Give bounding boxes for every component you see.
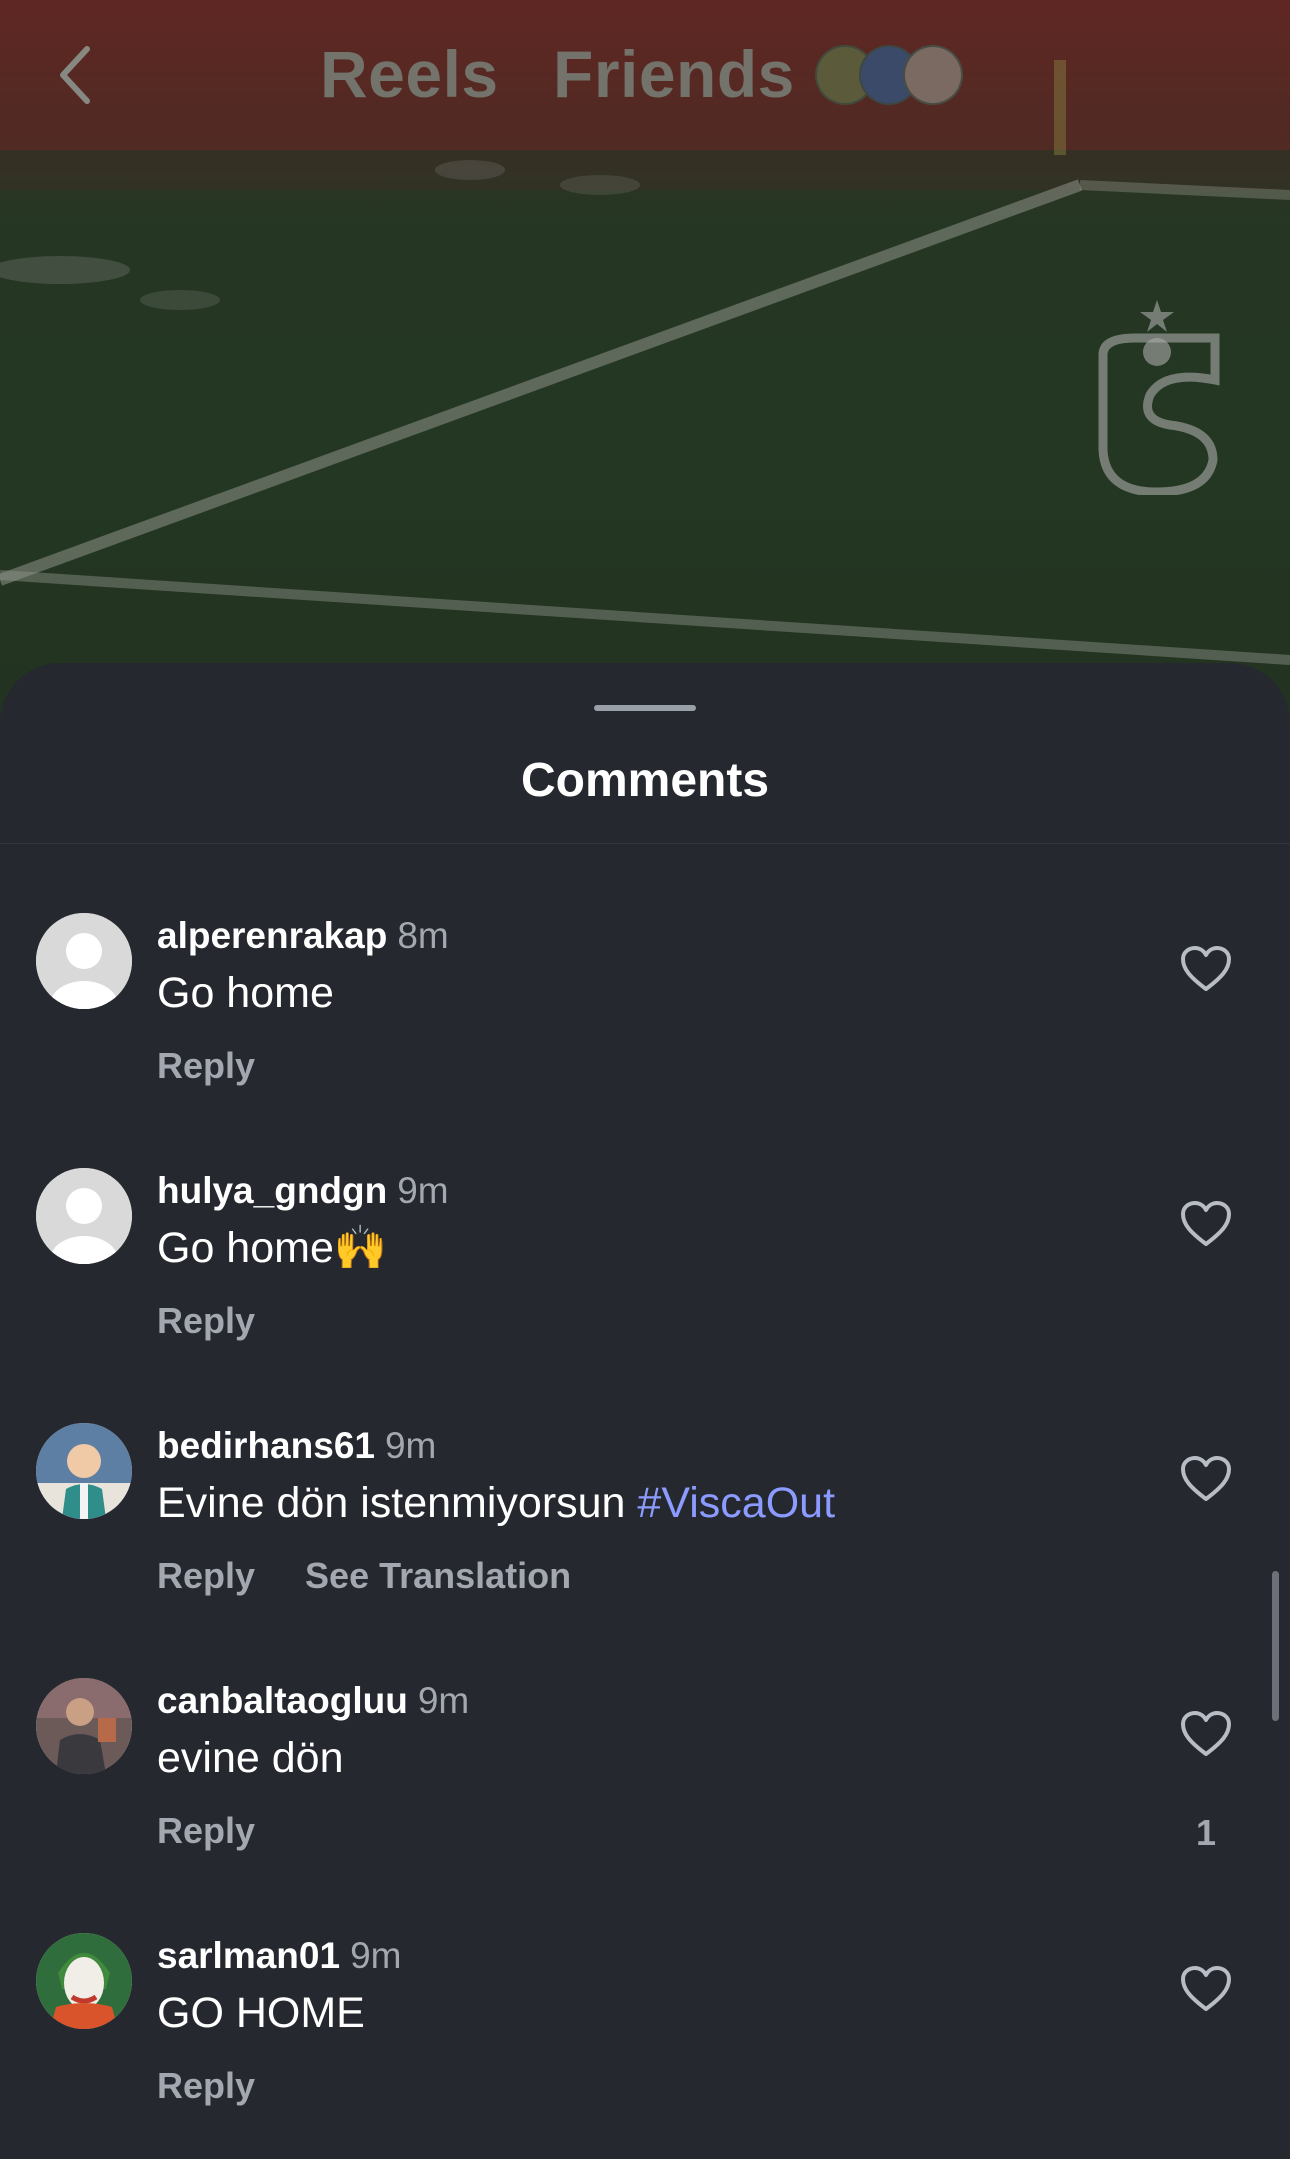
comment-username[interactable]: alperenrakap [157,915,387,956]
back-chevron-icon [60,46,90,104]
comment-username[interactable]: hulya_gndgn [157,1170,387,1211]
comment-actions: Reply [157,1808,255,1854]
child-photo-avatar [36,1423,132,1519]
comment-text: Evine dön istenmiyorsun #ViscaOut [157,1475,835,1531]
reply-button[interactable]: Reply [157,1555,255,1596]
comment-username[interactable]: bedirhans61 [157,1425,375,1466]
comment-item: alperenrakap 8m Go home Reply [0,913,1290,1163]
comment-time: 8m [397,915,449,956]
heart-icon [1181,1201,1231,1246]
avatar[interactable] [36,1168,132,1264]
divider [0,843,1290,844]
comment-actions: Reply [157,1043,255,1089]
hashtag-link[interactable]: #ViscaOut [637,1479,835,1527]
comment-header: bedirhans61 9m [157,1423,436,1469]
comment-header: sarlman01 9m [157,1933,401,1979]
comment-item: hulya_gndgn 9m Go home🙌 Reply [0,1168,1290,1418]
comment-item: bedirhans61 9m Evine dön istenmiyorsun #V… [0,1423,1290,1673]
comment-time: 9m [384,1425,437,1466]
comment-username[interactable]: sarlman01 [157,1935,340,1976]
heart-icon [1181,946,1231,991]
avatar[interactable] [36,913,132,1009]
comment-header: hulya_gndgn 9m [157,1168,449,1214]
man-photo-avatar [36,1678,132,1774]
tab-reels[interactable]: Reels [320,36,499,112]
comment-actions: Reply [157,1298,255,1344]
joker-photo-avatar [36,1933,132,2029]
heart-icon [1181,1456,1231,1501]
like-count: 1 [1195,1812,1217,1853]
comment-item: sarlman01 9m GO HOME Reply [0,1933,1290,2159]
reels-top-nav: Reels Friends [0,0,1290,150]
comment-header: alperenrakap 8m [157,913,449,959]
comment-header: canbaltaogluu 9m [157,1678,469,1724]
reply-button[interactable]: Reply [157,2065,255,2106]
comment-time: 9m [417,1680,470,1721]
reply-button[interactable]: Reply [157,1045,255,1086]
heart-icon [1181,1711,1231,1756]
comment-item: canbaltaogluu 9m evine dön Reply 1 [0,1678,1290,1928]
default-avatar-icon [36,1168,132,1264]
reels-screen: Reels Friends Comments alperenrakap 8m G… [0,0,1290,2159]
comment-time: 9m [350,1935,402,1976]
like-button[interactable] [1180,1455,1232,1503]
avatar[interactable] [36,1933,132,2029]
back-button[interactable] [40,30,110,120]
friend-avatars[interactable] [815,45,975,105]
tab-friends[interactable]: Friends [553,36,795,112]
comment-text: Go home [157,969,334,1017]
like-button[interactable] [1180,945,1232,993]
friend-avatar [903,45,963,105]
see-translation-button[interactable]: See Translation [305,1555,571,1596]
sheet-grabber[interactable] [594,705,696,711]
comment-text: evine dön [157,1734,344,1782]
heart-icon [1181,1966,1231,2011]
like-button[interactable] [1180,1200,1232,1248]
sheet-title: Comments [520,754,770,807]
comment-actions: Reply See Translation [157,1553,571,1599]
comment-text-body: Evine dön istenmiyorsun [157,1479,638,1527]
reply-button[interactable]: Reply [157,1810,255,1851]
default-avatar-icon [36,913,132,1009]
comments-sheet: Comments alperenrakap 8m Go home Reply h… [0,663,1290,2159]
comment-text: GO HOME [157,1989,365,2037]
like-button[interactable] [1180,1965,1232,2013]
comment-time: 9m [397,1170,449,1211]
club-crest-logo [1095,300,1220,497]
comment-username[interactable]: canbaltaogluu [157,1680,408,1721]
comment-actions: Reply [157,2063,255,2109]
avatar[interactable] [36,1423,132,1519]
comment-text: Go home🙌 [157,1224,388,1272]
reply-button[interactable]: Reply [157,1300,255,1341]
avatar[interactable] [36,1678,132,1774]
like-button[interactable] [1180,1710,1232,1758]
